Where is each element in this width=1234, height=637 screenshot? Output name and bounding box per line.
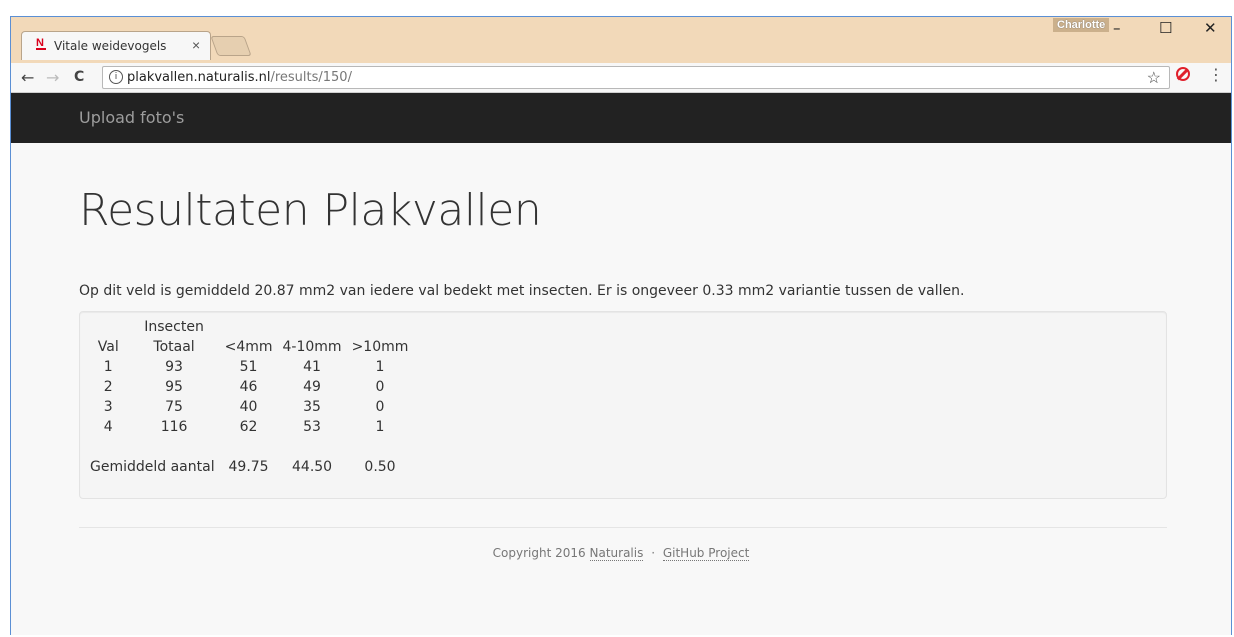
table-cell: 1: [375, 419, 385, 435]
forward-arrow-icon[interactable]: →: [46, 68, 59, 87]
table-row: 2 95 46 49 0: [88, 377, 413, 397]
url-text: plakvallen.naturalis.nl/results/150/: [127, 70, 352, 85]
browser-tab[interactable]: N Vitale weidevogels ×: [21, 31, 211, 60]
info-icon[interactable]: i: [109, 70, 123, 84]
naturalis-link[interactable]: Naturalis: [589, 546, 644, 561]
group-header-row: Insecten: [88, 317, 413, 337]
table-cell: 0: [375, 399, 385, 415]
table-cell: 0: [375, 379, 385, 395]
average-row: Gemiddeld aantal 49.75 44.50 0.50: [88, 457, 413, 477]
table-cell: 4: [103, 419, 113, 435]
adblock-icon[interactable]: [1176, 67, 1190, 81]
address-bar[interactable]: i plakvallen.naturalis.nl/results/150/ ☆: [102, 66, 1170, 89]
site-navbar: Upload foto's: [11, 93, 1231, 143]
footer: Copyright 2016 Naturalis · GitHub Projec…: [11, 546, 1231, 561]
maximize-icon[interactable]: ☐: [1159, 19, 1172, 37]
bookmark-star-icon[interactable]: ☆: [1147, 68, 1161, 88]
table-cell: 40: [239, 399, 258, 415]
header-row: Val Totaal <4mm 4-10mm >10mm: [88, 337, 413, 357]
table-cell: 3: [103, 399, 113, 415]
table-cell: 53: [303, 419, 321, 435]
column-header: Val: [97, 339, 119, 355]
close-window-icon[interactable]: ✕: [1204, 19, 1217, 37]
average-cell: 0.50: [364, 459, 396, 475]
group-header: Insecten: [144, 319, 204, 335]
average-label: Gemiddeld aantal: [90, 459, 215, 475]
results-well: Insecten Val Totaal <4mm 4-10mm >10mm 1 …: [79, 311, 1167, 499]
page-title: Resultaten Plakvallen: [79, 185, 542, 236]
new-tab-button[interactable]: [210, 36, 252, 56]
minimize-icon[interactable]: –: [1113, 19, 1121, 37]
table-row: 4 116 62 53 1: [88, 417, 413, 437]
upload-photos-link[interactable]: Upload foto's: [79, 108, 184, 127]
results-table: Insecten Val Totaal <4mm 4-10mm >10mm 1 …: [88, 317, 413, 477]
reload-icon[interactable]: C: [74, 69, 84, 85]
table-cell: 49: [303, 379, 321, 395]
summary-text: Op dit veld is gemiddeld 20.87 mm2 van i…: [79, 283, 965, 299]
column-header: 4-10mm: [282, 339, 342, 355]
profile-button[interactable]: Charlotte: [1053, 18, 1110, 32]
title-bar: N Vitale weidevogels × Charlotte – ☐ ✕: [11, 17, 1231, 63]
column-header: Totaal: [153, 339, 195, 355]
table-cell: 1: [103, 359, 113, 375]
table-cell: 2: [103, 379, 113, 395]
url-path: /results/150/: [270, 70, 352, 85]
table-cell: 46: [239, 379, 258, 395]
table-row: 3 75 40 35 0: [88, 397, 413, 417]
column-header: <4mm: [224, 339, 273, 355]
tab-close-icon[interactable]: ×: [192, 37, 200, 53]
footer-separator: ·: [651, 546, 656, 560]
table-cell: 35: [303, 399, 321, 415]
footer-divider: [79, 527, 1167, 528]
empty-cell: [88, 317, 129, 337]
table-cell: 51: [239, 359, 258, 375]
empty-cell: [278, 317, 347, 337]
browser-toolbar: ← → C i plakvallen.naturalis.nl/results/…: [11, 63, 1231, 93]
spacer-row: [88, 437, 413, 457]
table-cell: 1: [375, 359, 385, 375]
table-cell: 62: [239, 419, 258, 435]
github-project-link[interactable]: GitHub Project: [662, 546, 750, 561]
back-arrow-icon[interactable]: ←: [21, 68, 34, 87]
average-cell: 49.75: [228, 459, 269, 475]
table-cell: 41: [303, 359, 321, 375]
tab-title: Vitale weidevogels: [54, 39, 167, 53]
browser-window: N Vitale weidevogels × Charlotte – ☐ ✕ ←…: [10, 16, 1232, 635]
empty-cell: [88, 437, 413, 457]
table-cell: 95: [165, 379, 183, 395]
table-cell: 75: [165, 399, 183, 415]
table-cell: 116: [160, 419, 188, 435]
column-header: >10mm: [351, 339, 409, 355]
average-cell: 44.50: [292, 459, 333, 475]
empty-cell: [347, 317, 414, 337]
copyright-text: Copyright 2016: [492, 546, 586, 560]
url-host: plakvallen.naturalis.nl: [127, 70, 271, 85]
menu-dots-icon[interactable]: ⋮: [1208, 67, 1224, 83]
table-cell: 93: [165, 359, 183, 375]
empty-cell: [220, 317, 278, 337]
table-row: 1 93 51 41 1: [88, 357, 413, 377]
naturalis-favicon-icon: N: [36, 37, 47, 53]
